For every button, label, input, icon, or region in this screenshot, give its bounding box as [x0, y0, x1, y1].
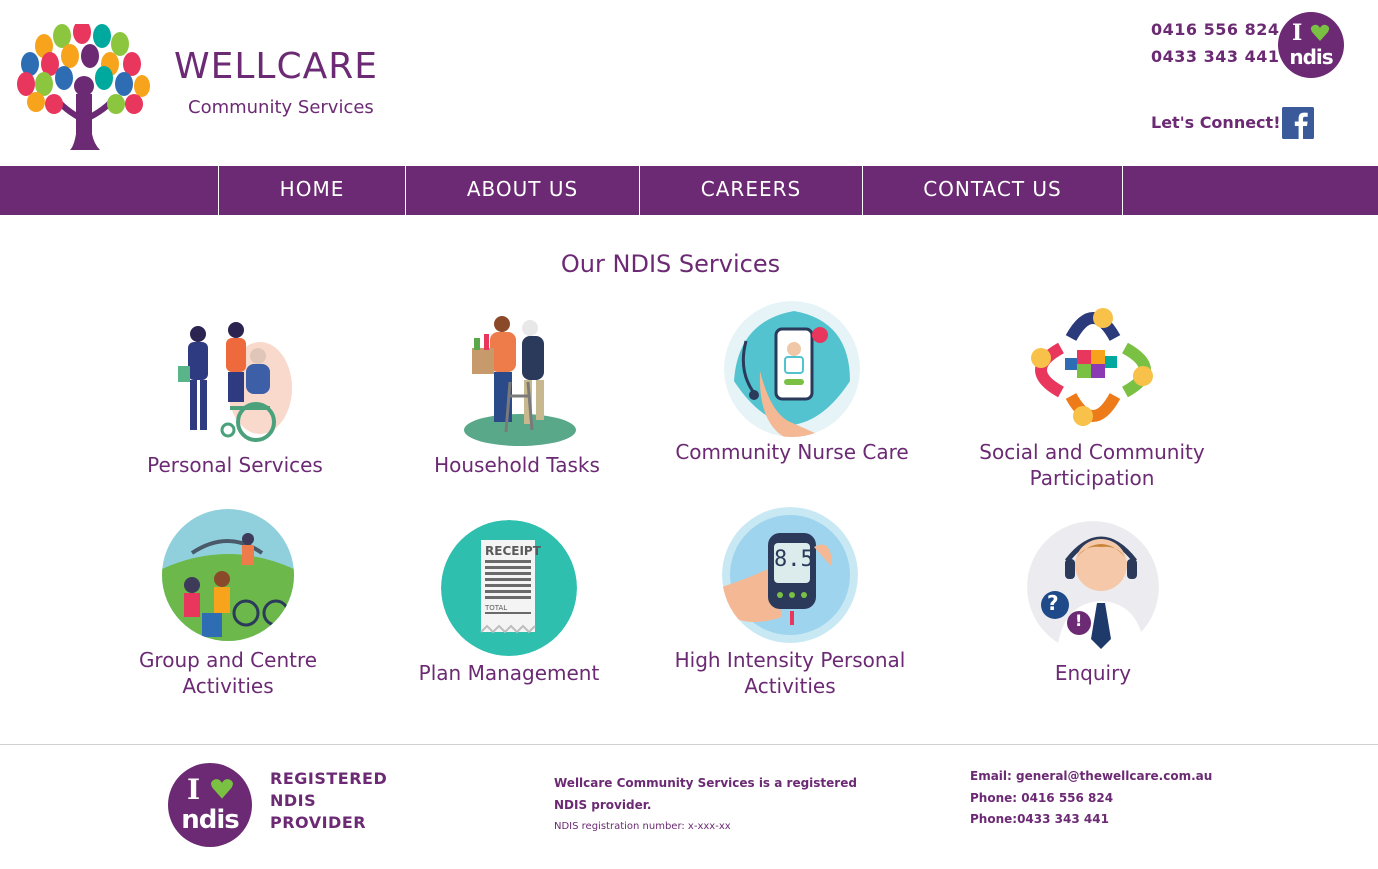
- enquiry-icon[interactable]: ? !: [1027, 521, 1159, 653]
- glucose-reading: 8.5: [774, 547, 814, 572]
- footer-ndis-heart-icon: [211, 779, 233, 799]
- services-title: Our NDIS Services: [560, 250, 781, 278]
- exclamation-icon: !: [1075, 611, 1083, 630]
- registration-number: NDIS registration number: x-xxx-xx: [554, 821, 731, 832]
- plan-management-icon[interactable]: RECEIPT TOTAL: [441, 520, 577, 656]
- ndis-heart-icon: [1310, 24, 1330, 41]
- header-phone-2[interactable]: 0433 343 441: [1151, 47, 1279, 66]
- nav-careers[interactable]: CAREERS: [639, 166, 862, 215]
- nav-about-us[interactable]: ABOUT US: [405, 166, 639, 215]
- service-label[interactable]: Plan Management: [369, 660, 649, 686]
- service-label[interactable]: Personal Services: [95, 452, 375, 478]
- ndis-logo-icon[interactable]: I ndis: [1278, 12, 1344, 78]
- service-group[interactable]: Group and Centre Activities: [93, 647, 363, 699]
- service-plan[interactable]: Plan Management: [369, 660, 649, 686]
- service-nurse[interactable]: Community Nurse Care: [672, 439, 912, 465]
- brand-name[interactable]: WELLCARE: [174, 46, 378, 87]
- footer-ndis-logo-i: I: [187, 773, 201, 806]
- nav-contact-us[interactable]: CONTACT US: [862, 166, 1123, 215]
- question-mark-icon: ?: [1047, 591, 1059, 615]
- service-label[interactable]: Group and Centre Activities: [93, 647, 363, 699]
- service-label[interactable]: Community Nurse Care: [672, 439, 912, 465]
- ndis-logo-text: ndis: [1289, 45, 1333, 69]
- registered-line-3: PROVIDER: [270, 813, 367, 832]
- service-personal[interactable]: Personal Services: [95, 452, 375, 478]
- connect-label: Let's Connect!: [1151, 113, 1281, 132]
- personal-services-icon[interactable]: [170, 318, 300, 442]
- main-nav: HOME ABOUT US CAREERS CONTACT US: [0, 166, 1378, 215]
- service-label[interactable]: High Intensity Personal Activities: [672, 647, 908, 699]
- footer-ndis-logo-text: ndis: [181, 805, 240, 835]
- logo-tree-icon[interactable]: [14, 20, 154, 152]
- service-household[interactable]: Household Tasks: [377, 452, 657, 478]
- footer-phone-1[interactable]: Phone: 0416 556 824: [970, 791, 1113, 805]
- service-high-intensity[interactable]: High Intensity Personal Activities: [672, 647, 908, 699]
- receipt-total: TOTAL: [485, 604, 508, 612]
- header-phone-1[interactable]: 0416 556 824: [1151, 20, 1279, 39]
- footer-email[interactable]: Email: general@thewellcare.com.au: [970, 769, 1212, 783]
- registered-line-2: NDIS: [270, 791, 317, 810]
- provider-text-2: NDIS provider.: [554, 798, 652, 812]
- facebook-icon[interactable]: [1282, 107, 1314, 139]
- ndis-logo-i: I: [1292, 20, 1303, 46]
- footer-phone-2[interactable]: Phone:0433 343 441: [970, 812, 1109, 826]
- service-label[interactable]: Household Tasks: [377, 452, 657, 478]
- service-label[interactable]: Enquiry: [953, 660, 1233, 686]
- service-enquiry[interactable]: Enquiry: [953, 660, 1233, 686]
- footer-ndis-logo-icon: I ndis: [168, 763, 252, 847]
- group-activities-icon[interactable]: [162, 509, 294, 641]
- service-label[interactable]: Social and Community Participation: [962, 439, 1222, 491]
- household-tasks-icon[interactable]: [458, 312, 580, 446]
- nav-home[interactable]: HOME: [218, 166, 405, 215]
- footer-divider: [0, 744, 1378, 745]
- high-intensity-icon[interactable]: 8.5: [722, 507, 858, 643]
- social-participation-icon[interactable]: [1027, 304, 1159, 430]
- community-nurse-icon[interactable]: [724, 301, 860, 437]
- registered-line-1: REGISTERED: [270, 769, 388, 788]
- receipt-label: RECEIPT: [485, 544, 541, 558]
- brand-subtitle: Community Services: [188, 97, 374, 118]
- registered-provider-text: REGISTERED NDIS PROVIDER: [270, 768, 387, 834]
- provider-text-1: Wellcare Community Services is a registe…: [554, 776, 857, 790]
- service-social[interactable]: Social and Community Participation: [962, 439, 1222, 491]
